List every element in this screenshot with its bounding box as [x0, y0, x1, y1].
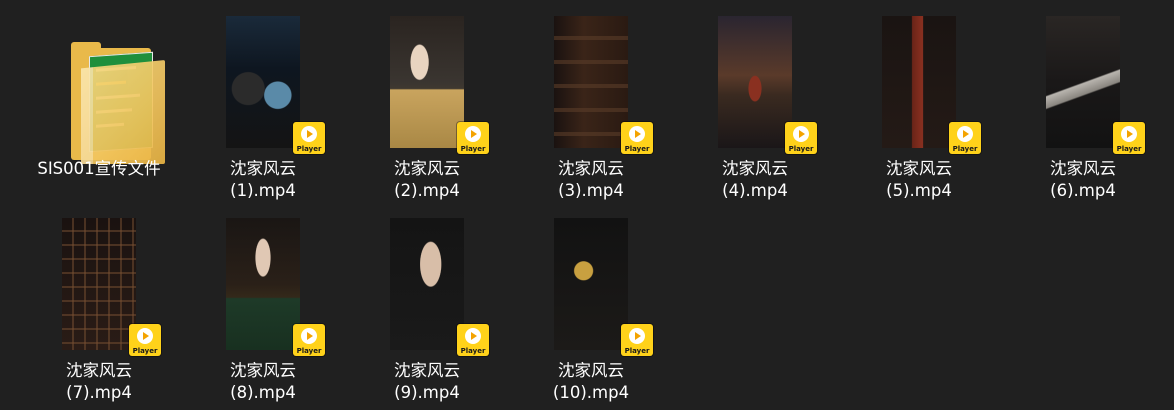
video-thumbnail [1046, 16, 1120, 148]
video-file-item[interactable]: Player 沈家风云 (10).mp4 [511, 218, 671, 408]
video-file-item[interactable]: Player 沈家风云 (6).mp4 [1003, 16, 1163, 206]
folder-icon [67, 40, 167, 168]
video-file-item[interactable]: Player 沈家风云 (8).mp4 [183, 218, 343, 408]
folder-name: SIS001宣传文件 [37, 159, 161, 178]
file-name: 沈家风云 (9).mp4 [394, 361, 460, 402]
video-thumbnail [882, 16, 956, 148]
file-name: 沈家风云 (2).mp4 [394, 159, 460, 200]
video-file-item[interactable]: Player 沈家风云 (9).mp4 [347, 218, 507, 408]
player-badge-icon: Player [1113, 122, 1145, 154]
player-badge-icon: Player [621, 324, 653, 356]
player-badge-icon: Player [621, 122, 653, 154]
video-file-item[interactable]: Player 沈家风云 (7).mp4 [19, 218, 179, 408]
player-badge-icon: Player [785, 122, 817, 154]
video-file-item[interactable]: Player 沈家风云 (3).mp4 [511, 16, 671, 206]
file-name: 沈家风云 (5).mp4 [886, 159, 952, 200]
folder-item[interactable]: SIS001宣传文件 [19, 16, 179, 201]
video-thumbnail [62, 218, 136, 350]
player-badge-icon: Player [293, 122, 325, 154]
file-name: 沈家风云 (3).mp4 [558, 159, 624, 200]
video-file-item[interactable]: Player 沈家风云 (2).mp4 [347, 16, 507, 206]
video-thumbnail [226, 16, 300, 148]
video-thumbnail [718, 16, 792, 148]
file-name: 沈家风云 (8).mp4 [230, 361, 296, 402]
video-thumbnail [554, 16, 628, 148]
player-badge-icon: Player [949, 122, 981, 154]
player-badge-icon: Player [293, 324, 325, 356]
file-grid: SIS001宣传文件 Player 沈家风云 (1).mp4 Player 沈家… [0, 0, 1174, 410]
player-badge-icon: Player [129, 324, 161, 356]
video-file-item[interactable]: Player 沈家风云 (5).mp4 [839, 16, 999, 206]
player-badge-icon: Player [457, 122, 489, 154]
file-name: 沈家风云 (7).mp4 [66, 361, 132, 402]
player-badge-icon: Player [457, 324, 489, 356]
file-name: 沈家风云 (4).mp4 [722, 159, 788, 200]
video-file-item[interactable]: Player 沈家风云 (1).mp4 [183, 16, 343, 206]
video-thumbnail [226, 218, 300, 350]
video-file-item[interactable]: Player 沈家风云 (4).mp4 [675, 16, 835, 206]
file-name: 沈家风云 (10).mp4 [552, 361, 630, 402]
file-name: 沈家风云 (1).mp4 [230, 159, 296, 200]
video-thumbnail [390, 218, 464, 350]
video-thumbnail [554, 218, 628, 350]
file-name: 沈家风云 (6).mp4 [1050, 159, 1116, 200]
video-thumbnail [390, 16, 464, 148]
